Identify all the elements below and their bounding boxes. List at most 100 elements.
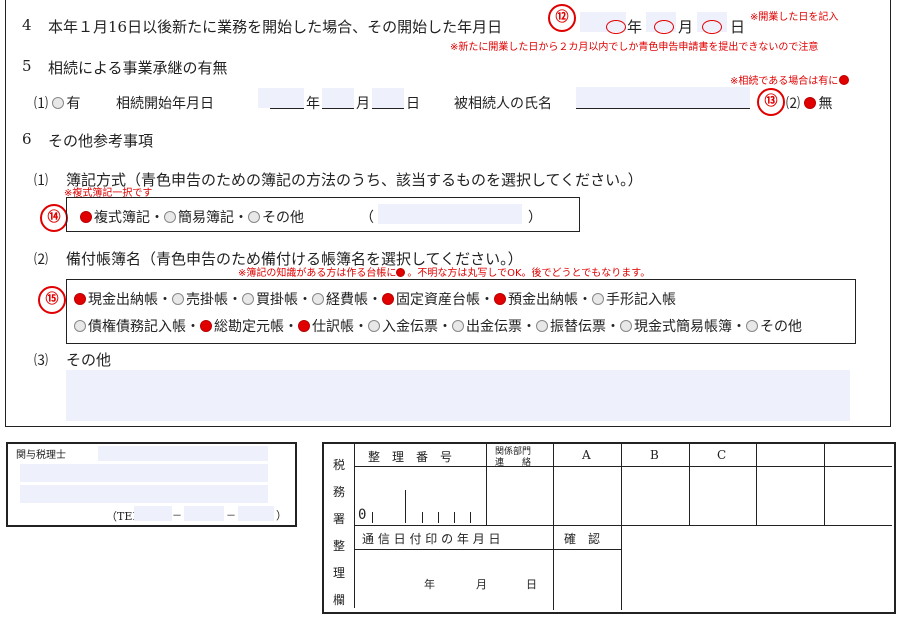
- inherit-year-label: 年: [306, 96, 320, 112]
- digit-zero: 0: [358, 507, 367, 523]
- radio-icon-checked[interactable]: [80, 211, 92, 223]
- col-line-3: [621, 444, 622, 525]
- option-label: 買掛帳: [256, 292, 298, 308]
- section5-note-text: ※相続である場合は有に: [730, 76, 839, 87]
- option-other[interactable]: その他: [248, 210, 304, 226]
- radio-icon-checked[interactable]: [200, 320, 212, 332]
- inherit-month-field[interactable]: [322, 88, 354, 108]
- date-year-label: 年: [424, 578, 435, 591]
- open-month-label: 月: [678, 18, 694, 36]
- option-label: 有: [66, 96, 81, 112]
- tax-office-side-label: 税 務 署 整 理 欄: [330, 452, 348, 614]
- option-label: 総勘定元帳: [214, 319, 284, 335]
- books-row-2: 債権債務記入帳・ 総勘定元帳・ 仕訳帳・ 入金伝票・ 出金伝票・ 振替伝票・ 現金式簡易帳簿…: [74, 316, 802, 336]
- radio-icon[interactable]: [746, 320, 758, 332]
- side-char: 署: [332, 512, 345, 526]
- radio-icon-checked[interactable]: [74, 293, 86, 305]
- sub1-number: ⑴: [34, 173, 48, 189]
- book-simple-cash[interactable]: 現金式簡易帳簿: [620, 319, 732, 335]
- inherit-day-field[interactable]: [372, 88, 404, 108]
- col-c-label: C: [717, 448, 727, 462]
- section5-number: 5: [22, 57, 32, 75]
- date-month-label: 月: [476, 578, 487, 591]
- form-frame-right: [890, 0, 891, 427]
- option-number: ⑵: [786, 96, 800, 112]
- other-notes-field[interactable]: [66, 370, 850, 421]
- radio-icon[interactable]: [452, 320, 464, 332]
- tax-accountant-name-field[interactable]: [98, 446, 268, 461]
- option-label: 入金伝票: [382, 319, 438, 335]
- radio-icon-checked[interactable]: [298, 320, 310, 332]
- open-year-mark: [606, 16, 626, 35]
- radio-icon[interactable]: [52, 97, 65, 109]
- tel-close: ）: [276, 509, 287, 522]
- inherit-year-field[interactable]: [258, 88, 304, 108]
- book-bills[interactable]: 手形記入帳: [592, 292, 676, 308]
- radio-icon[interactable]: [312, 293, 324, 305]
- sub2-number: ⑵: [34, 252, 48, 268]
- inherit-month-underline: [322, 108, 354, 109]
- radio-icon-checked[interactable]: [494, 293, 506, 305]
- option-label: 現金式簡易帳簿: [634, 319, 732, 335]
- radio-icon[interactable]: [74, 320, 86, 332]
- book-receivable[interactable]: 売掛帳: [172, 292, 228, 308]
- book-deposit[interactable]: 預金出納帳: [494, 292, 578, 308]
- sub3-number: ⑶: [34, 353, 48, 369]
- book-cash[interactable]: 現金出納帳: [74, 292, 158, 308]
- heir-name-field[interactable]: [576, 87, 750, 108]
- option-simple[interactable]: 簡易簿記: [164, 210, 234, 226]
- tel-dash-1: －: [172, 511, 182, 522]
- side-char: 税: [332, 458, 345, 472]
- header-row-line: [354, 466, 892, 467]
- radio-icon[interactable]: [592, 293, 604, 305]
- book-payment-slip[interactable]: 出金伝票: [452, 319, 522, 335]
- digit-tick: [405, 490, 406, 523]
- radio-icon[interactable]: [242, 293, 254, 305]
- tel-field-2[interactable]: [184, 506, 224, 521]
- book-transfer-slip[interactable]: 振替伝票: [536, 319, 606, 335]
- circle-number-14: ⑭: [40, 204, 68, 232]
- book-expense[interactable]: 経費帳: [312, 292, 368, 308]
- tsushin-row-line: [354, 549, 621, 550]
- book-receipt-slip[interactable]: 入金伝票: [368, 319, 438, 335]
- col-line-1: [486, 444, 487, 525]
- bookkeeping-other-field[interactable]: [378, 204, 522, 224]
- col-line-2: [553, 444, 554, 610]
- book-other[interactable]: その他: [746, 319, 802, 335]
- book-general-ledger[interactable]: 総勘定元帳: [200, 319, 284, 335]
- book-journal[interactable]: 仕訳帳: [298, 319, 354, 335]
- inherit-no-option[interactable]: ⑵ 無: [786, 93, 832, 113]
- radio-icon[interactable]: [368, 320, 380, 332]
- form-frame-bottom: [5, 426, 891, 427]
- open-day-mark: [702, 16, 722, 35]
- option-label: 預金出納帳: [508, 292, 578, 308]
- section5-title: 相続による事業承継の有無: [48, 59, 228, 77]
- sub2-note-text: ※簿記の知識がある方は作る台帳に: [238, 268, 397, 279]
- other-paren-open: （: [360, 210, 374, 226]
- book-fixed-assets[interactable]: 固定資産台帳: [382, 292, 480, 308]
- radio-icon[interactable]: [536, 320, 548, 332]
- book-claims-debts[interactable]: 債権債務記入帳: [74, 319, 186, 335]
- red-dot-icon: [396, 267, 406, 277]
- sub3-title: その他: [66, 351, 112, 369]
- section4-note-date: ※開業した日を記入: [750, 12, 839, 23]
- inherit-yes-option[interactable]: ⑴ 有: [34, 93, 80, 113]
- tel-field-3[interactable]: [238, 506, 274, 521]
- tel-dash-2: －: [226, 511, 236, 522]
- radio-icon-checked[interactable]: [382, 293, 394, 305]
- option-double-entry[interactable]: 複式簿記: [80, 210, 150, 226]
- radio-icon-checked[interactable]: [804, 97, 817, 109]
- option-label: その他: [760, 319, 802, 335]
- radio-icon[interactable]: [172, 293, 184, 305]
- tax-accountant-address-field-2[interactable]: [20, 485, 268, 503]
- radio-icon[interactable]: [620, 320, 632, 332]
- section4-text: 本年１月16日以後新たに業務を開始した場合、その開始した年月日: [48, 18, 503, 36]
- tax-accountant-address-field-1[interactable]: [20, 464, 268, 482]
- seiri-bango-label: 整 理 番 号: [368, 450, 453, 464]
- tel-field-1[interactable]: [134, 506, 172, 521]
- option-label: 固定資産台帳: [396, 292, 480, 308]
- option-label: 売掛帳: [186, 292, 228, 308]
- book-payable[interactable]: 買掛帳: [242, 292, 298, 308]
- radio-icon[interactable]: [164, 211, 176, 223]
- radio-icon[interactable]: [248, 211, 260, 223]
